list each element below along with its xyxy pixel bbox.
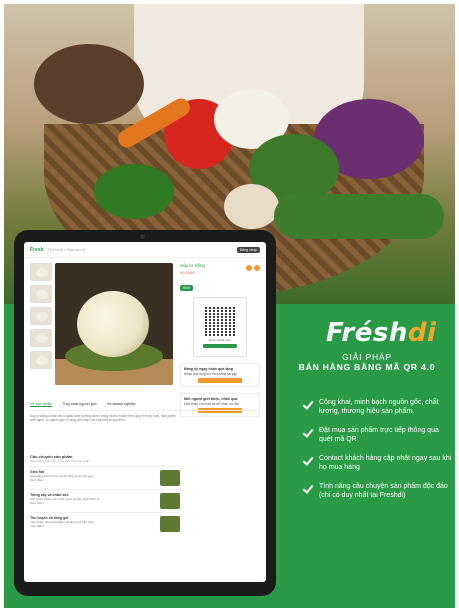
qr-caption: Quét mã để xem: [208, 338, 232, 342]
story-item[interactable]: Thu hoạch và đóng gói Thu hoạch đúng thời…: [30, 512, 180, 535]
tablet-screen: Fresh Tổ Fresh > Sạp rau củ Đăng nhập Sú…: [24, 242, 266, 582]
product-info: Súp lơ trắng 50.000đ Sỉ/lẻ Quét mã để xe…: [180, 263, 260, 417]
quantity-stepper[interactable]: [246, 265, 260, 271]
thumbnail[interactable]: [30, 285, 52, 303]
brand-suffix: di: [407, 318, 437, 348]
feature-text: Công khai, minh bạch nguồn gốc, chất lượ…: [319, 399, 439, 416]
check-icon: [302, 427, 313, 438]
status-badge: Sỉ/lẻ: [180, 285, 193, 291]
story-image: [160, 470, 180, 486]
green-pepper: [94, 164, 174, 219]
plus-icon[interactable]: [254, 265, 260, 271]
login-button[interactable]: Đăng nhập: [236, 246, 260, 253]
thumbnail[interactable]: [30, 307, 52, 325]
brand-name: Frésh: [326, 318, 408, 348]
headline-line2: BÁN HÀNG BẰNG MÃ QR 4.0: [298, 362, 436, 372]
product-tabs: Về sản phẩm Truy xuất nguồn gốc Về doanh…: [30, 402, 260, 411]
mushroom: [224, 184, 279, 229]
promo-card: Đăng ký ngay nhận quà tặng Nhận quà tặng…: [180, 363, 260, 387]
stories-subheading: Các bước xuất hiện trong quá trình sản x…: [30, 459, 89, 463]
story-image: [160, 516, 180, 532]
check-icon: [302, 399, 313, 410]
read-more-link[interactable]: Xem thêm: [30, 524, 156, 529]
referral-card-title: Mời người giới thiệu, nhận quà: [184, 396, 238, 401]
beet-leaves: [34, 44, 144, 124]
product-main-image[interactable]: [55, 263, 173, 385]
qr-action-button[interactable]: [203, 344, 237, 348]
thumbnail[interactable]: [30, 263, 52, 281]
thumbnail[interactable]: [30, 329, 52, 347]
story-item[interactable]: Trồng cây và chăm sóc Cây được chăm sóc, …: [30, 489, 180, 512]
check-icon: [302, 483, 313, 494]
feature-item: Đặt mua sản phẩm trực tiếp thông qua qué…: [302, 426, 452, 445]
tablet-device: Fresh Tổ Fresh > Sạp rau củ Đăng nhập Sú…: [14, 230, 276, 596]
thumbnail-list: [30, 263, 52, 373]
read-more-link[interactable]: Xem thêm: [30, 501, 156, 506]
product-stories: Câu chuyện sản phẩm Các bước xuất hiện t…: [30, 454, 180, 535]
minus-icon[interactable]: [246, 265, 252, 271]
feature-item: Contact khách hàng cập nhật ngay sau khi…: [302, 454, 452, 473]
app-logo[interactable]: Fresh: [30, 247, 44, 253]
qr-card: Quét mã để xem: [193, 297, 247, 357]
breadcrumb[interactable]: Tổ Fresh > Sạp rau củ: [48, 248, 86, 252]
thumbnail[interactable]: [30, 351, 52, 369]
story-image: [160, 493, 180, 509]
feature-text: Đặt mua sản phẩm trực tiếp thông qua qué…: [319, 426, 439, 444]
camera-icon: [140, 234, 145, 239]
story-item[interactable]: Gieo hạt Hạt giống được chọn lọc kỹ càng …: [30, 466, 180, 489]
tab-traceability[interactable]: Truy xuất nguồn gốc: [62, 402, 96, 407]
product-description: Súp lơ trắng là loại rau củ giàu dinh dư…: [30, 414, 176, 423]
feature-item: Công khai, minh bạch nguồn gốc, chất lượ…: [302, 398, 452, 417]
headline-line1: GIẢI PHÁP: [342, 352, 392, 362]
read-more-link[interactable]: Xem thêm: [30, 478, 156, 483]
poster: Fresh Tổ Fresh > Sạp rau củ Đăng nhập Sú…: [4, 4, 455, 608]
tab-about[interactable]: Về sản phẩm: [30, 402, 53, 407]
cauliflower-head: [77, 291, 149, 357]
promo-button[interactable]: [198, 377, 242, 383]
promo-card-text: Nhận quà tặng khi mua hàng tại sạp.: [184, 371, 238, 376]
brand-logo: Fréshdi: [326, 318, 436, 348]
tab-company[interactable]: Về doanh nghiệp: [107, 402, 136, 407]
feature-text: Contact khách hàng cập nhật ngay sau khi…: [319, 454, 452, 472]
cucumber: [274, 194, 444, 239]
qr-code-icon[interactable]: [205, 306, 235, 336]
promo-card-title: Đăng ký ngay nhận quà tặng: [184, 367, 233, 371]
feature-list: Công khai, minh bạch nguồn gốc, chất lượ…: [302, 398, 452, 510]
check-icon: [302, 455, 313, 466]
feature-text: Tính năng câu chuyện sản phẩm độc đáo (c…: [319, 482, 448, 500]
feature-item: Tính năng câu chuyện sản phẩm độc đáo (c…: [302, 482, 452, 501]
topbar: Fresh Tổ Fresh > Sạp rau củ Đăng nhập: [24, 242, 266, 258]
